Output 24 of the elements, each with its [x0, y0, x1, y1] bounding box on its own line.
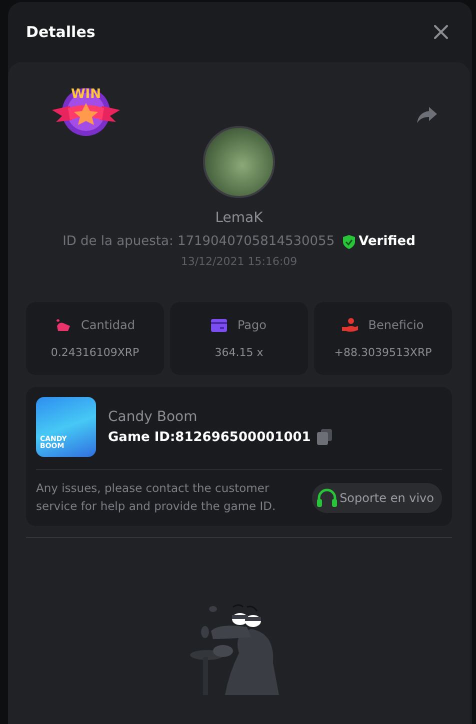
stat-label: Pago — [237, 318, 266, 332]
bet-time: 13/12/2021 15:16:09 — [180, 255, 298, 268]
copy-icon[interactable] — [316, 429, 332, 445]
help-note: Any issues, please contact the customer service for help and provide the game ID. — [36, 480, 277, 515]
verified-label: Verified — [358, 234, 416, 249]
stat-label: Beneficio — [368, 318, 424, 332]
close-icon[interactable] — [434, 25, 448, 39]
game-name: Candy Boom — [108, 409, 198, 425]
stat-value: 0.24316109XRP — [50, 346, 140, 359]
live-support-button[interactable]: Soporte en vivo — [312, 482, 442, 513]
money-bag-icon — [55, 318, 72, 332]
bet-id: ID de la apuesta: 1719040705814530055 — [62, 234, 335, 249]
share-icon[interactable] — [416, 106, 438, 124]
game-id: Game ID:812696500001001 — [108, 430, 311, 444]
stat-value: +88.3039513XRP — [334, 346, 432, 359]
badge-text: WIN — [70, 87, 102, 102]
stat-label: Cantidad — [81, 318, 135, 332]
hand-person-icon — [342, 318, 358, 332]
star-ribbon-badge-icon — [52, 88, 120, 136]
headset-icon — [316, 488, 338, 508]
player-name: LemaK — [215, 210, 263, 226]
card-icon — [211, 318, 228, 332]
dialog-title: Detalles — [26, 23, 96, 41]
stat-value: 364.15 x — [214, 346, 264, 359]
